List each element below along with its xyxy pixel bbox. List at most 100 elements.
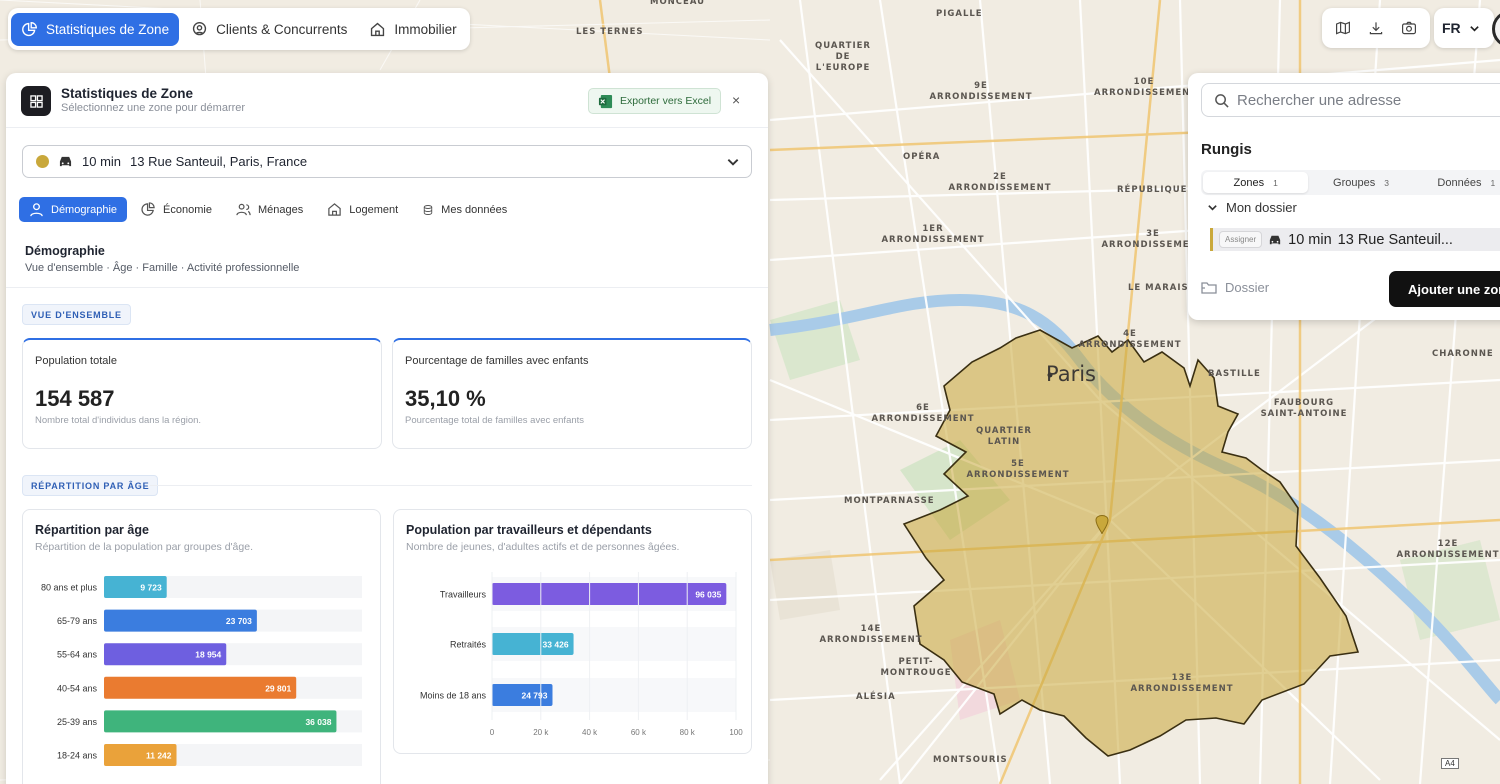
workers-bar-chart: Travailleurs 96 035 Retraités 33 426 Moins d… — [420, 572, 743, 737]
panel-title: Statistiques de Zone — [61, 86, 194, 101]
map-road-marker: A4 — [1441, 758, 1459, 769]
tab-logement[interactable]: Logement — [317, 197, 408, 222]
search-input[interactable] — [1237, 91, 1497, 109]
map-label-europe: QUARTIER DE L'EUROPE — [815, 41, 871, 73]
nav-tab-label: Clients & Concurrents — [216, 21, 348, 37]
user-icon — [30, 203, 43, 217]
map-toolbar — [1322, 8, 1430, 48]
x-tick-label: 80 k — [680, 728, 696, 737]
bar-25-39 ans — [104, 710, 337, 733]
map-label-monceau: MONCEAU — [650, 0, 706, 7]
map-label-6e: 6E ARRONDISSEMENT — [871, 403, 975, 424]
tab-label: Ménages — [257, 203, 304, 216]
category-label: 40-54 ans — [57, 683, 98, 693]
map-label-montparnasse: MONTPARNASSE — [844, 496, 935, 506]
map-label-marais: LE MARAIS — [1128, 283, 1189, 293]
map-pin-icon — [192, 21, 207, 35]
car-icon — [59, 156, 72, 167]
map-label-quartier-latin: QUARTIER LATIN — [976, 426, 1032, 447]
value-label: 36 038 — [305, 717, 331, 727]
add-zone-button[interactable]: Ajouter une zone — [1389, 271, 1500, 307]
kpi-value: 35,10 % — [405, 386, 486, 411]
nav-tab-zone-stats[interactable]: Statistiques de Zone — [11, 12, 180, 46]
tab-label: Mes données — [441, 203, 508, 216]
kpi-description: Nombre total d'individus dans la région. — [35, 415, 202, 426]
tab-mes-donnees[interactable]: Mes données — [412, 197, 517, 222]
tab-zones[interactable]: Zones 1 — [1203, 172, 1309, 193]
map-label-charonne: CHARONNE — [1432, 349, 1494, 359]
tab-label: Démographie — [51, 203, 118, 216]
map-label-ternes: LES TERNES — [576, 27, 644, 37]
language-selector[interactable]: FR — [1434, 8, 1494, 48]
x-tick-label: 100 — [729, 728, 743, 737]
value-label: 11 242 — [146, 751, 172, 761]
zone-color-dot — [36, 155, 49, 168]
kpi-card-families: Pourcentage de familles avec enfants 35,… — [392, 338, 752, 449]
car-icon — [1269, 235, 1281, 244]
category-tabs: Démographie Économie Ménages Logement Me… — [19, 197, 517, 222]
tab-label: Données — [1437, 176, 1482, 189]
folder-label: Mon dossier — [1226, 200, 1297, 215]
camera-icon — [1402, 21, 1416, 35]
tab-donnees[interactable]: Données 1 — [1414, 172, 1500, 193]
screenshot-button[interactable] — [1394, 13, 1424, 43]
chart-pie-icon — [22, 21, 37, 36]
kpi-value: 154 587 — [35, 386, 115, 411]
excel-icon — [598, 94, 613, 108]
category-label: Travailleurs — [440, 590, 487, 600]
divider — [6, 287, 768, 288]
new-folder-button[interactable]: Dossier — [1201, 280, 1269, 295]
map-label-opera: OPÉRA — [903, 152, 941, 162]
value-label: 18 954 — [195, 650, 221, 660]
map-label-bastille: BASTILLE — [1208, 369, 1261, 379]
kpi-card-population: Population totale 154 587 Nombre total d… — [22, 338, 382, 449]
panel-header: Statistiques de Zone Sélectionnez une zo… — [6, 73, 768, 128]
map-label-5e: 5E ARRONDISSEMENT — [966, 459, 1070, 480]
address-search[interactable] — [1201, 83, 1500, 117]
tab-menages[interactable]: Ménages — [226, 197, 313, 222]
category-label: 65-79 ans — [57, 616, 98, 626]
nav-tab-clients[interactable]: Clients & Concurrents — [181, 13, 357, 46]
nav-tab-immobilier[interactable]: Immobilier — [359, 13, 466, 46]
download-button[interactable] — [1361, 13, 1391, 43]
tab-demographie[interactable]: Démographie — [19, 197, 128, 222]
zone-row-duration: 10 min — [1288, 231, 1332, 248]
zones-panel: Rungis Zones 1 Groupes 3 Données 1 Mon d… — [1188, 73, 1500, 320]
category-label: 25-39 ans — [57, 717, 98, 727]
map-label-13e: 13E ARRONDISSEMENT — [1130, 673, 1234, 694]
zone-row[interactable]: Assigner 10 min 13 Rue Santeuil... — [1210, 228, 1500, 251]
value-label: 96 035 — [695, 590, 721, 600]
kpi-label: Population totale — [35, 355, 117, 367]
chevron-down-icon — [1208, 205, 1217, 211]
panel-subtitle: Sélectionnez une zone pour démarrer — [61, 102, 246, 114]
map-label-montsouris: MONTSOURIS — [933, 755, 1008, 765]
zone-selector[interactable]: 10 min 13 Rue Santeuil, Paris, France — [22, 145, 752, 178]
map-layers-button[interactable] — [1328, 13, 1358, 43]
tab-groupes[interactable]: Groupes 3 — [1308, 172, 1413, 193]
close-button[interactable]: × — [732, 92, 740, 108]
home-icon — [328, 203, 341, 216]
grid-icon — [29, 94, 43, 108]
section-title: Démographie — [25, 244, 105, 258]
kpi-description: Pourcentage total de familles avec enfan… — [405, 415, 585, 426]
map-label-faubourg: FAUBOURG SAINT-ANTOINE — [1260, 398, 1348, 419]
divider — [150, 485, 752, 486]
map-label-10e: 10E ARRONDISSEMENT — [1094, 77, 1198, 98]
tab-label: Zones — [1233, 176, 1265, 189]
value-label: 23 703 — [226, 616, 252, 626]
map-label-pigalle: PIGALLE — [936, 9, 983, 19]
x-tick-label: 60 k — [631, 728, 647, 737]
map-icon — [1336, 21, 1350, 35]
map-label-14e: 14E ARRONDISSEMENT — [819, 624, 923, 645]
zone-stats-panel: Statistiques de Zone Sélectionnez une zo… — [6, 73, 768, 784]
folder-toggle[interactable]: Mon dossier — [1207, 200, 1297, 215]
assign-button[interactable]: Assigner — [1219, 231, 1263, 248]
download-icon — [1369, 22, 1383, 35]
chevron-down-icon — [1469, 25, 1479, 32]
database-icon — [423, 204, 433, 215]
tab-economie[interactable]: Économie — [131, 197, 222, 222]
zone-address: 13 Rue Santeuil, Paris, France — [130, 154, 308, 169]
x-tick-label: 0 — [490, 728, 495, 737]
export-excel-button[interactable]: Exporter vers Excel — [588, 88, 722, 114]
panel-icon — [21, 86, 51, 116]
